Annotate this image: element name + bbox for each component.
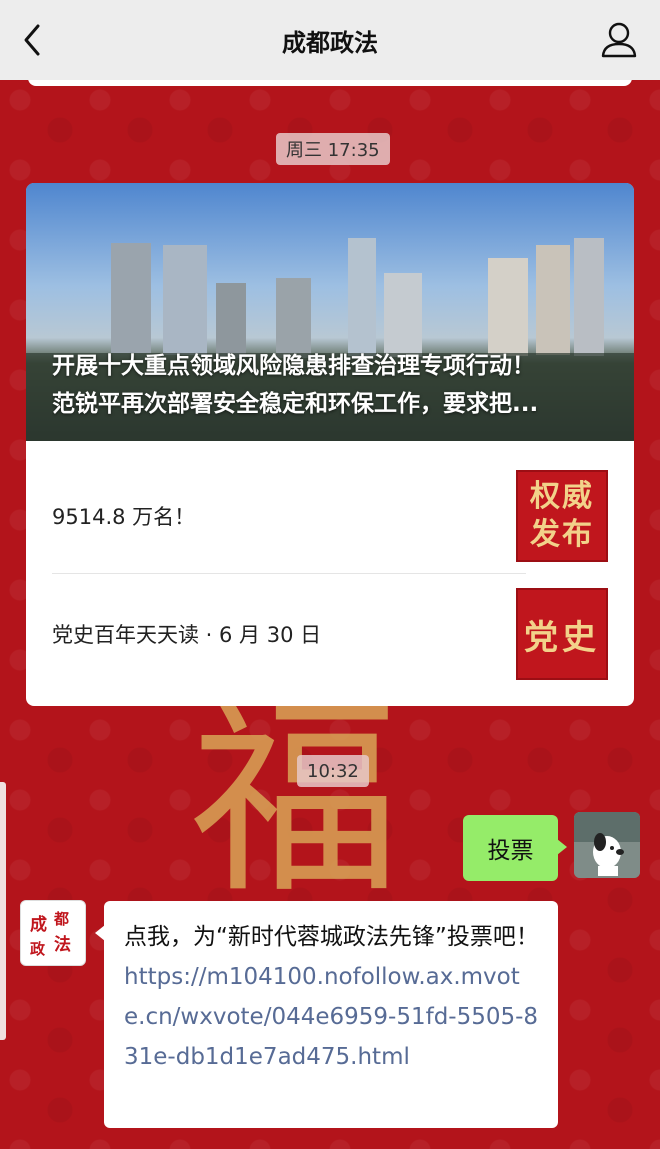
official-account-avatar[interactable]: 成 都 政 法 <box>20 900 86 966</box>
cover-article[interactable]: 开展十大重点领域风险隐患排查治理专项行动！ 范锐平再次部署安全稳定和环保工作，要… <box>26 183 634 441</box>
snoopy-avatar-image <box>574 812 640 878</box>
thumbnail-text-line2: 发布 <box>530 517 594 552</box>
news-item[interactable]: 党史百年天天读 · 6 月 30 日 党史 <box>52 575 608 693</box>
news-item[interactable]: 9514.8 万名！ 权威 发布 <box>52 457 608 575</box>
news-item-thumbnail: 权威 发布 <box>516 470 608 562</box>
divider <box>52 573 526 574</box>
my-message-bubble[interactable]: 投票 <box>463 815 567 881</box>
bot-message-bubble: 点我，为“新时代蓉城政法先锋”投票吧！ https://m104100.nofol… <box>95 901 558 1128</box>
back-button[interactable] <box>18 22 48 58</box>
chevron-left-icon <box>24 24 40 56</box>
chengdu-zhengfa-logo: 成 都 政 法 <box>26 906 80 960</box>
page-title: 成都政法 <box>282 28 378 57</box>
news-item-title: 9514.8 万名！ <box>52 505 196 529</box>
timestamp: 周三 17:35 <box>276 133 390 165</box>
svg-text:成: 成 <box>30 914 47 935</box>
news-card[interactable]: 开展十大重点领域风险隐患排查治理专项行动！ 范锐平再次部署安全稳定和环保工作，要… <box>26 183 634 706</box>
scroll-edge <box>0 782 6 1040</box>
news-item-thumbnail: 党史 <box>516 588 608 680</box>
cover-title-line1: 开展十大重点领域风险隐患排查治理专项行动！ <box>52 353 535 379</box>
timestamp: 10:32 <box>297 755 369 787</box>
bot-message-text: 点我，为“新时代蓉城政法先锋”投票吧！ <box>124 924 539 950</box>
news-item-title: 党史百年天天读 · 6 月 30 日 <box>52 623 322 647</box>
person-icon <box>601 22 637 58</box>
thumbnail-text: 党史 <box>524 617 600 658</box>
top-bar: 成都政法 <box>0 0 660 80</box>
my-avatar[interactable] <box>574 812 640 878</box>
svg-text:法: 法 <box>54 934 71 955</box>
svg-text:政: 政 <box>30 940 46 958</box>
vote-link[interactable]: https://m104100.nofollow.ax.mvote.cn/wxv… <box>124 964 538 1070</box>
thumbnail-text-line1: 权威 <box>530 479 594 514</box>
svg-text:都: 都 <box>53 910 69 928</box>
fu-character-decoration: 福 <box>190 700 401 900</box>
profile-button[interactable] <box>600 20 638 60</box>
cover-title-line2: 范锐平再次部署安全稳定和环保工作，要求把... <box>52 391 539 417</box>
cover-title: 开展十大重点领域风险隐患排查治理专项行动！ 范锐平再次部署安全稳定和环保工作，要… <box>52 347 612 423</box>
